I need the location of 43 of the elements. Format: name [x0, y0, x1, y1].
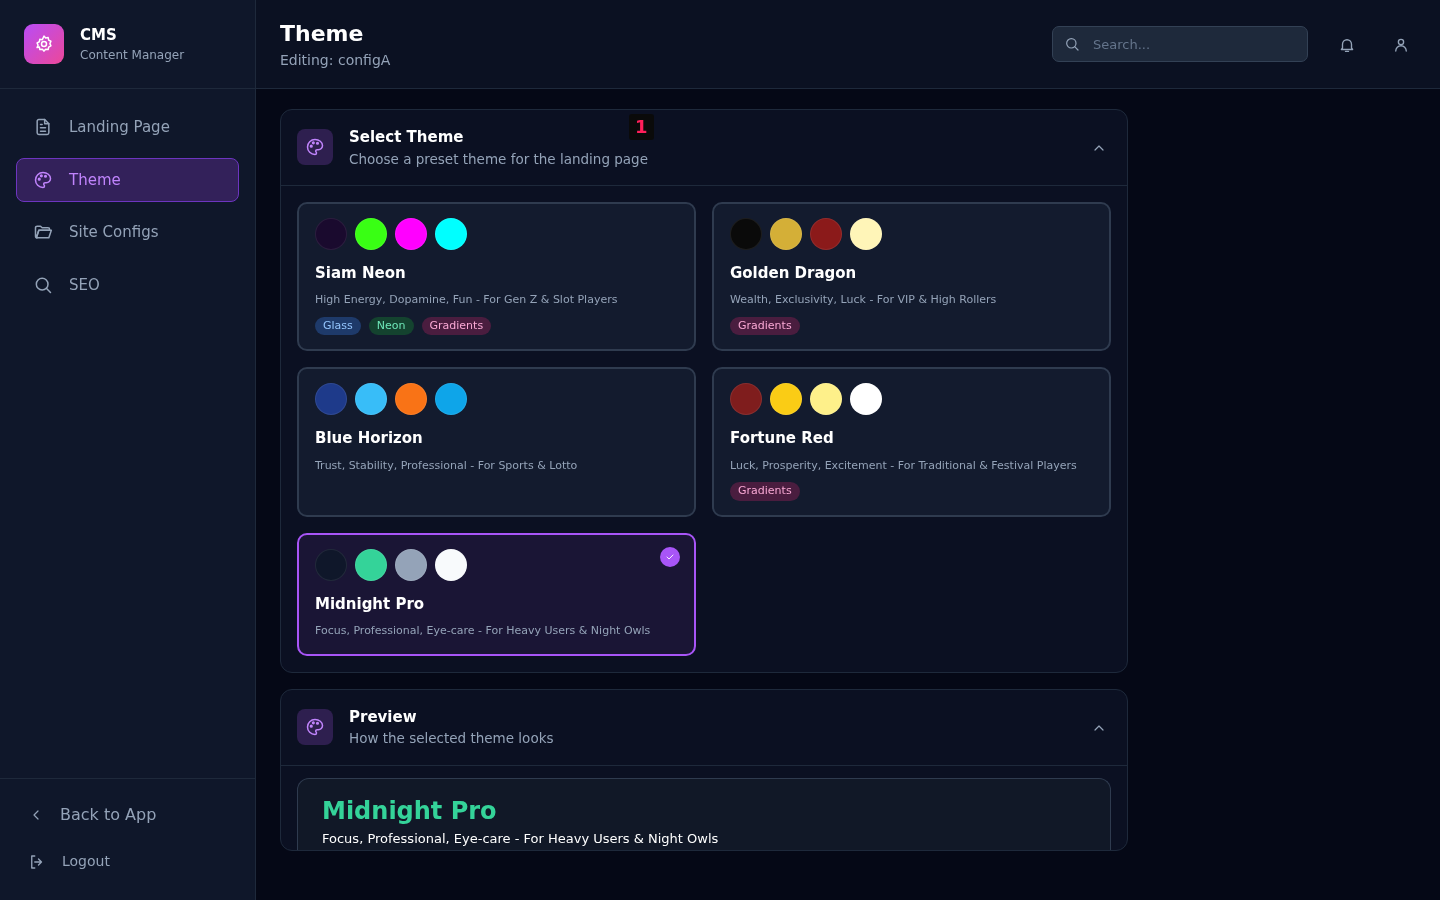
palette-icon: [305, 717, 325, 738]
sidebar-item[interactable]: SEO: [16, 262, 239, 307]
page-title: Theme: [280, 20, 365, 48]
theme-card[interactable]: Midnight Pro Focus, Professional, Eye-care - For Heavy Users & Night Owls: [297, 532, 696, 656]
theme-description: Trust, Stability, Professional - For Sports & Lotto: [315, 457, 579, 474]
logout-button[interactable]: Logout: [0, 843, 255, 880]
feature-tag: Gradients: [421, 316, 492, 336]
feature-tag: Gradients: [730, 482, 800, 501]
sidebar-item[interactable]: Landing Page: [16, 105, 239, 150]
palette-icon: [305, 137, 325, 158]
section-title: Preview: [349, 706, 417, 728]
page-subtitle: Editing: configA: [280, 51, 391, 70]
theme-card[interactable]: Fortune Red Luck, Prosperity, Excitement - For Traditional & Festival Players Gradients: [712, 367, 1111, 517]
section-subtitle: How the selected theme looks: [349, 729, 555, 749]
brand-title: CMS: [80, 24, 118, 46]
theme-name: Midnight Pro: [315, 593, 426, 615]
document-icon: [33, 117, 53, 138]
feature-tag: Glass: [315, 316, 361, 336]
search-field[interactable]: Search...: [1052, 26, 1308, 62]
theme-name: Blue Horizon: [315, 428, 424, 450]
step-number: 1: [629, 114, 654, 140]
feature-tag: Gradients: [730, 316, 800, 336]
sidebar-item[interactable]: Site Configs: [16, 210, 239, 255]
theme-name: Fortune Red: [730, 428, 835, 450]
feature-tag: Neon: [368, 316, 414, 336]
brand-subtitle: Content Manager: [80, 47, 185, 65]
gear-icon: [34, 34, 54, 54]
palette-icon: [33, 169, 53, 190]
theme-card[interactable]: Blue Horizon Trust, Stability, Professional - For Sports & Lotto: [297, 367, 696, 517]
theme-description: Wealth, Exclusivity, Luck - For VIP & High Rollers: [730, 292, 998, 309]
back-button[interactable]: Back to App: [0, 795, 255, 835]
sidebar-item[interactable]: Theme: [16, 157, 239, 202]
theme-card[interactable]: Siam Neon High Energy, Dopamine, Fun - For Gen Z & Slot Players Glass Neon Gradients: [297, 201, 696, 352]
theme-description: High Energy, Dopamine, Fun - For Gen Z & Slot Players: [315, 292, 619, 309]
preview-theme-description: Focus, Professional, Eye-care - For Heavy Users & Night Owls: [322, 829, 720, 848]
theme-description: Luck, Prosperity, Excitement - For Traditional & Festival Players: [730, 457, 1078, 474]
section-subtitle: Choose a preset theme for the landing page: [349, 149, 649, 169]
preview-theme-name: Midnight Pro: [322, 795, 498, 827]
theme-card[interactable]: Golden Dragon Wealth, Exclusivity, Luck - For VIP & High Rollers Gradients: [712, 201, 1111, 352]
theme-description: Focus, Professional, Eye-care - For Heavy Users & Night Owls: [315, 623, 652, 640]
theme-name: Golden Dragon: [730, 262, 858, 284]
theme-name: Siam Neon: [315, 262, 407, 284]
section-title: Select Theme: [349, 127, 464, 148]
